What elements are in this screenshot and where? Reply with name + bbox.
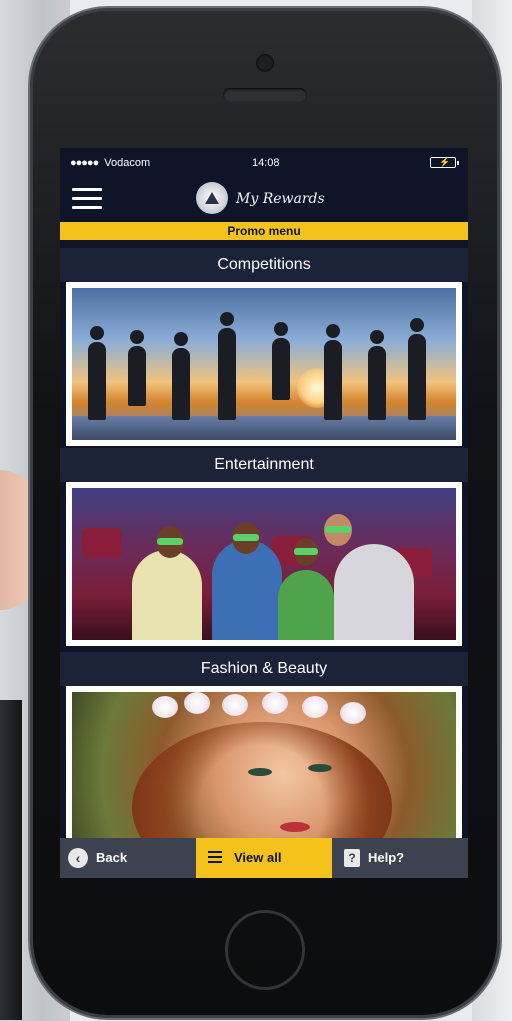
promo-menu-bar: Promo menu bbox=[60, 222, 468, 240]
flower-crown bbox=[302, 696, 328, 718]
section-header-competitions[interactable]: Competitions bbox=[60, 248, 468, 282]
hamburger-menu-icon[interactable] bbox=[72, 188, 102, 210]
3d-glasses bbox=[325, 526, 351, 533]
flower-crown bbox=[340, 702, 366, 724]
app-header: My Rewards bbox=[60, 176, 468, 220]
flower-crown bbox=[262, 692, 288, 714]
eye bbox=[248, 768, 272, 776]
app-name: My Rewards bbox=[236, 191, 325, 207]
second-phone-edge bbox=[0, 700, 22, 1020]
front-camera bbox=[256, 54, 274, 72]
status-bar: ●●●●● Vodacom 14:08 ⚡ bbox=[60, 148, 468, 176]
silhouette-figure bbox=[324, 324, 342, 420]
lips bbox=[280, 822, 310, 832]
crest-icon bbox=[196, 182, 228, 214]
audience-person bbox=[132, 550, 202, 640]
3d-glasses bbox=[294, 548, 318, 555]
status-time: 14:08 bbox=[252, 157, 280, 169]
3d-glasses bbox=[233, 534, 259, 541]
view-all-label: View all bbox=[234, 850, 282, 865]
fashion-beauty-image[interactable] bbox=[66, 686, 462, 842]
competitions-image[interactable] bbox=[66, 282, 462, 446]
back-label: Back bbox=[96, 850, 128, 865]
3d-glasses bbox=[157, 538, 183, 545]
eye bbox=[308, 764, 332, 772]
carrier-name: Vodacom bbox=[104, 157, 151, 169]
silhouette-figure bbox=[408, 318, 426, 420]
back-arrow-icon: ‹ bbox=[68, 848, 88, 868]
section-header-entertainment[interactable]: Entertainment bbox=[60, 448, 468, 482]
silhouette-figure bbox=[368, 330, 386, 420]
silhouette-figure bbox=[272, 322, 290, 400]
silhouette-figure bbox=[88, 326, 106, 420]
flower-crown bbox=[184, 692, 210, 714]
view-all-button[interactable]: View all bbox=[196, 838, 332, 878]
entertainment-image[interactable] bbox=[66, 482, 462, 646]
audience-person bbox=[334, 544, 414, 640]
silhouette-figure bbox=[172, 332, 190, 420]
audience-person bbox=[212, 540, 282, 640]
help-button[interactable]: ? Help? bbox=[332, 838, 468, 878]
section-header-fashion-beauty[interactable]: Fashion & Beauty bbox=[60, 652, 468, 686]
home-button[interactable] bbox=[225, 910, 305, 990]
back-button[interactable]: ‹ Back bbox=[60, 838, 196, 878]
hair-shape bbox=[132, 722, 392, 842]
silhouette-figure bbox=[218, 312, 236, 420]
beach-floor bbox=[72, 416, 456, 440]
list-icon bbox=[208, 851, 222, 866]
bottom-navigation: ‹ Back View all ? Help? bbox=[60, 838, 468, 878]
signal-dots: ●●●●● bbox=[70, 157, 99, 169]
help-label: Help? bbox=[368, 850, 405, 865]
carrier-info: ●●●●● Vodacom bbox=[70, 157, 150, 169]
battery-charging-icon: ⚡ bbox=[430, 157, 459, 168]
earpiece-speaker bbox=[223, 88, 307, 102]
flower-crown bbox=[152, 696, 178, 718]
audience-person bbox=[278, 570, 334, 640]
silhouette-figure bbox=[128, 330, 146, 406]
app-logo: My Rewards bbox=[196, 180, 346, 218]
flower-crown bbox=[222, 694, 248, 716]
help-icon: ? bbox=[344, 849, 360, 867]
cinema-seat bbox=[82, 528, 122, 558]
app-screen: ●●●●● Vodacom 14:08 ⚡ My Rewards Promo m… bbox=[60, 148, 468, 878]
